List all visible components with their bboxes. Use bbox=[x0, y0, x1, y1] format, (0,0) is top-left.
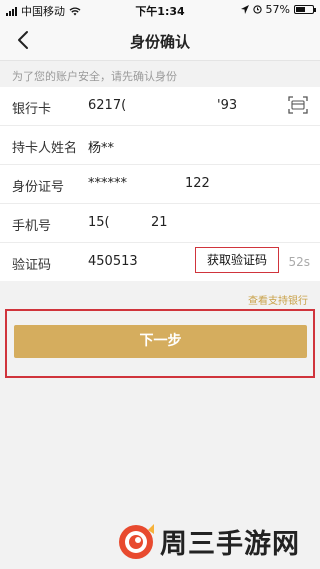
status-bar: 中国移动 下午1:34 57% bbox=[0, 0, 320, 20]
holder-name-row: 持卡人姓名 杨** bbox=[0, 126, 320, 165]
next-step-button[interactable]: 下一步 bbox=[14, 325, 307, 358]
holder-name-value: 杨** bbox=[88, 141, 115, 156]
bank-card-value-start[interactable]: 6217( bbox=[88, 98, 126, 113]
alarm-icon bbox=[252, 5, 262, 14]
location-icon bbox=[240, 5, 249, 14]
bank-card-row: 银行卡 6217( '93 bbox=[0, 87, 320, 126]
phone-label: 手机号 bbox=[12, 219, 52, 234]
watermark: 周三手游网 bbox=[118, 522, 300, 561]
card-scan-icon[interactable] bbox=[288, 96, 308, 114]
nav-bar: 身份确认 bbox=[0, 20, 320, 61]
bank-card-label: 银行卡 bbox=[12, 102, 52, 117]
id-number-label: 身份证号 bbox=[12, 180, 65, 195]
supported-banks-link[interactable]: 查看支持银行 bbox=[248, 292, 308, 307]
page-title: 身份确认 bbox=[129, 33, 190, 51]
sms-code-input[interactable]: 450513 bbox=[88, 254, 138, 269]
phone-row: 手机号 15( 21 bbox=[0, 204, 320, 243]
get-sms-code-button[interactable]: 获取验证码 bbox=[195, 247, 279, 273]
sms-code-row: 验证码 450513 获取验证码 52s bbox=[0, 243, 320, 281]
phone-value-end[interactable]: 21 bbox=[151, 215, 168, 230]
sms-code-label: 验证码 bbox=[12, 258, 52, 273]
sms-countdown: 52s bbox=[288, 255, 310, 269]
id-number-row: 身份证号 ****** 122 bbox=[0, 165, 320, 204]
status-right: 57% bbox=[240, 3, 316, 16]
phone-value-start[interactable]: 15( bbox=[88, 215, 110, 230]
bank-card-value-end[interactable]: '93 bbox=[217, 98, 237, 113]
security-notice: 为了您的账户安全，请先确认身份 bbox=[12, 70, 177, 83]
battery-percent: 57% bbox=[265, 3, 290, 16]
id-number-value-end[interactable]: 122 bbox=[185, 176, 210, 191]
identity-form: 银行卡 6217( '93 持卡人姓名 杨** 身份证号 ****** 122 … bbox=[0, 87, 320, 281]
watermark-text: 周三手游网 bbox=[160, 529, 300, 560]
battery-level bbox=[296, 7, 305, 12]
holder-name-label: 持卡人姓名 bbox=[12, 141, 78, 156]
battery-icon bbox=[294, 5, 316, 14]
id-number-value-start[interactable]: ****** bbox=[88, 176, 127, 191]
watermark-logo-icon bbox=[119, 523, 154, 559]
